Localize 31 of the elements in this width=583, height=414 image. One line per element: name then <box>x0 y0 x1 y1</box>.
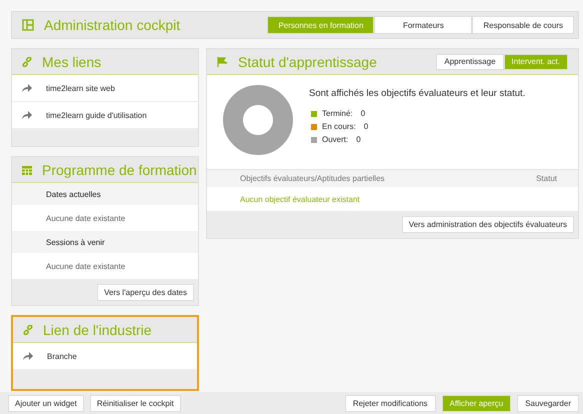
objectives-admin-button[interactable]: Vers administration des objectifs évaluateurs <box>402 216 574 233</box>
empty-message: Aucun objectif évaluateur existant <box>240 194 360 204</box>
legend-label: Terminé: <box>322 109 353 118</box>
page-title: Administration cockpit <box>44 17 180 33</box>
dates-overview-button[interactable]: Vers l'aperçu des dates <box>97 284 194 300</box>
empty-message: Aucune date existante <box>46 262 126 270</box>
empty-message: Aucune date existante <box>46 214 126 222</box>
link-item[interactable]: time2learn site web <box>46 84 115 92</box>
legend-value: 0 <box>360 109 366 118</box>
role-tab[interactable]: Formateurs <box>374 16 472 34</box>
widget-title: Programme de formation <box>42 162 197 178</box>
column-header: Objectifs évaluateurs/Aptitudes partielles <box>240 174 385 183</box>
legend-label: Ouvert: <box>322 135 348 144</box>
link-item[interactable]: Branche <box>47 352 77 360</box>
link-item[interactable]: time2learn guide d'utilisation <box>46 110 147 120</box>
footer-button[interactable]: Rejeter modifications <box>344 394 436 412</box>
widget-title: Lien de l'industrie <box>43 322 152 338</box>
legend-label: En cours: <box>322 122 356 131</box>
role-tab[interactable]: Responsable de cours <box>472 16 574 34</box>
column-header: Statut <box>536 174 557 183</box>
footer-button[interactable]: Ajouter un widget <box>8 394 84 412</box>
description-text: Sont affichés les objectifs évaluateurs et leur statut. <box>309 88 526 99</box>
legend-value: 0 <box>356 135 361 144</box>
footer-button[interactable]: Sauvegarder <box>517 394 579 412</box>
widget-title: Mes liens <box>42 54 102 70</box>
view-tab[interactable]: Apprentissage <box>436 54 504 70</box>
footer-button[interactable]: Réinitialiser le cockpit <box>90 394 181 412</box>
section-heading: Dates actuelles <box>46 190 101 198</box>
legend-value: 0 <box>364 122 368 131</box>
section-heading: Sessions à venir <box>46 238 105 246</box>
widget-title: Statut d'apprentissage <box>238 54 377 70</box>
